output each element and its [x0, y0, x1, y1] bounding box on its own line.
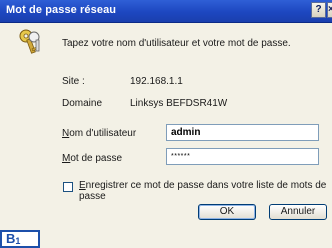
cancel-button[interactable]: Annuler	[269, 204, 327, 220]
username-input[interactable]: admin	[166, 124, 319, 141]
window-title: Mot de passe réseau	[6, 4, 117, 16]
site-value: 192.168.1.1	[130, 76, 183, 87]
password-input[interactable]: ******	[166, 148, 319, 165]
username-label: Nom d'utilisateur	[62, 128, 136, 139]
domain-value: Linksys BEFDSR41W	[130, 98, 228, 109]
site-label: Site :	[62, 76, 85, 87]
close-button[interactable]: ×	[327, 2, 332, 18]
domain-label: Domaine	[62, 98, 103, 109]
badge-letter: B	[6, 231, 16, 246]
keys-icon	[19, 29, 40, 54]
help-button[interactable]: ?	[311, 2, 326, 18]
remember-password-label[interactable]: Enregistrer ce mot de passe dans votre l…	[79, 180, 332, 202]
title-bar: Mot de passe réseau ? ×	[0, 0, 332, 23]
remember-label-rest: nregistrer ce mot de passe dans votre li…	[79, 180, 327, 202]
instruction-text: Tapez votre nom d'utilisateur et votre m…	[62, 38, 291, 49]
password-label: Mot de passe	[62, 153, 122, 164]
badge-number: 1	[15, 236, 21, 246]
password-label-rest: ot de passe	[70, 153, 123, 164]
remember-password-checkbox[interactable]	[63, 182, 73, 192]
remember-label-accel: E	[79, 180, 86, 191]
figure-badge: B1	[0, 230, 40, 248]
ok-button[interactable]: OK	[198, 204, 256, 220]
username-label-rest: om d'utilisateur	[69, 128, 137, 139]
